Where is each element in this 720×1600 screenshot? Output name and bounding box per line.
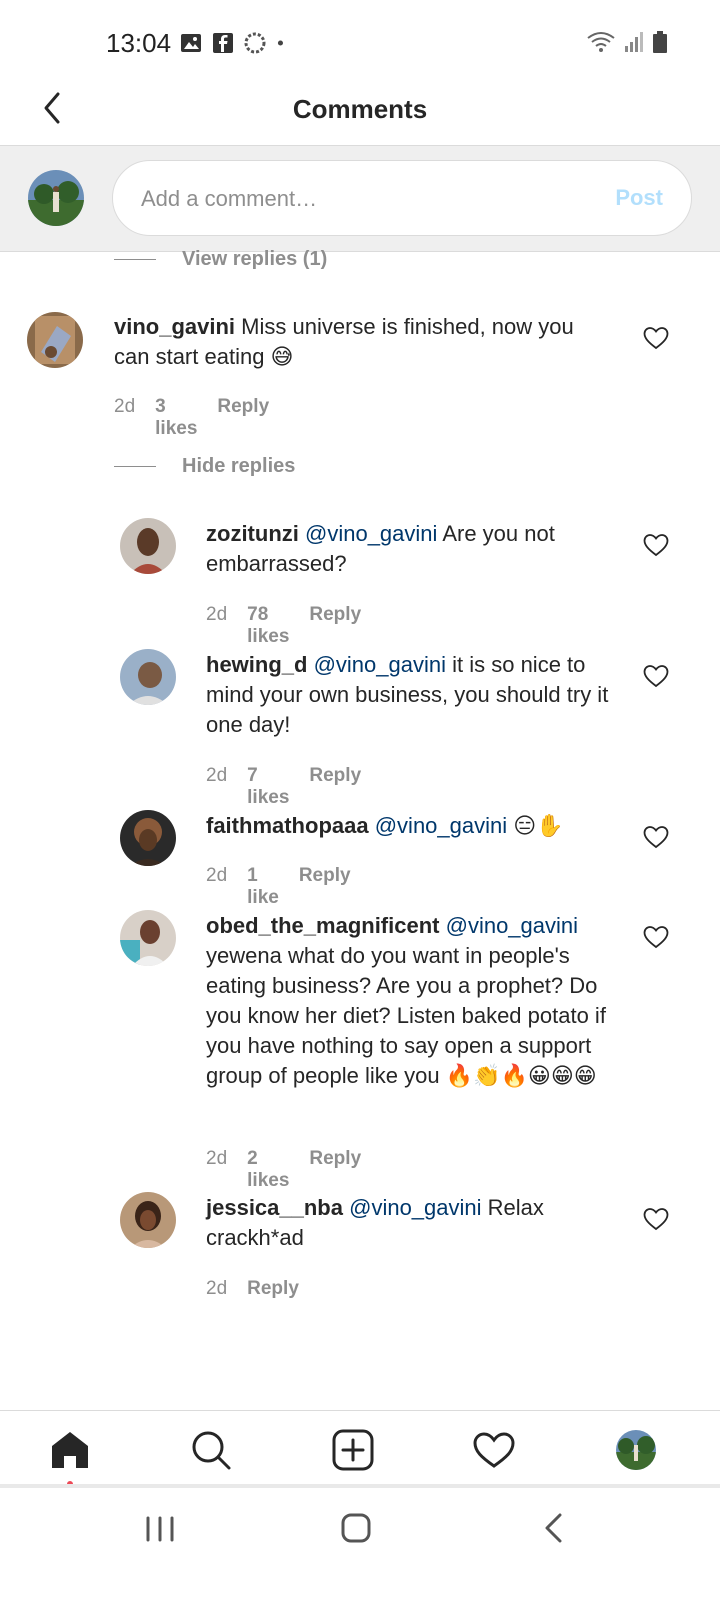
comment-text: hewing_d @vino_gavini it is so nice to m…: [206, 650, 616, 740]
comment-time: 2d: [206, 865, 228, 886]
heart-icon[interactable]: [643, 326, 669, 350]
mention-link[interactable]: @vino_gavini: [375, 813, 507, 838]
comment-meta: 2d 3 likes Reply: [114, 396, 269, 440]
comment-username[interactable]: hewing_d: [206, 652, 307, 677]
reply-button[interactable]: Reply: [247, 1278, 299, 1300]
comment-time: 2d: [206, 604, 228, 625]
comment-text: obed_the_magnificent @vino_gavini yewena…: [206, 911, 616, 1091]
avatar[interactable]: [120, 910, 176, 966]
search-icon: [192, 1431, 231, 1470]
add-post-icon: [332, 1429, 374, 1471]
comment-input-pill: Post: [112, 160, 692, 236]
comment-likes[interactable]: 7 likes: [247, 765, 289, 809]
mention-link[interactable]: @vino_gavini: [305, 521, 437, 546]
comment-likes[interactable]: 78 likes: [247, 604, 289, 648]
status-time: 13:04: [106, 28, 172, 58]
comment-meta: 2d 78 likes Reply: [206, 604, 361, 648]
status-bar: 13:04: [0, 0, 720, 80]
comment-username[interactable]: zozitunzi: [206, 521, 299, 546]
dot-icon: [277, 40, 283, 46]
comment-text: faithmathopaaa @vino_gavini 😑✋: [206, 811, 616, 841]
mention-link[interactable]: @vino_gavini: [349, 1195, 481, 1220]
status-icons-left: [180, 32, 290, 54]
comment-content: yewena what do you want in people's eati…: [206, 943, 606, 1088]
nav-home[interactable]: [47, 1427, 93, 1473]
recent-apps-icon[interactable]: [140, 1510, 180, 1546]
nav-search[interactable]: [188, 1427, 234, 1473]
wifi-icon: [587, 32, 615, 52]
mention-link[interactable]: @vino_gavini: [446, 913, 578, 938]
comment-likes[interactable]: 2 likes: [247, 1148, 289, 1192]
post-button[interactable]: Post: [615, 185, 663, 211]
reply-button[interactable]: Reply: [309, 1148, 361, 1192]
heart-icon[interactable]: [643, 925, 669, 949]
comment-meta: 2d 1 like Reply: [206, 865, 351, 909]
heart-icon[interactable]: [643, 664, 669, 688]
comment-meta: 2d Reply: [206, 1278, 299, 1300]
back-icon[interactable]: [534, 1510, 574, 1546]
reply-button[interactable]: Reply: [309, 765, 361, 809]
hide-replies-toggle[interactable]: Hide replies: [114, 455, 295, 478]
view-replies-label: View replies (1): [182, 248, 328, 270]
avatar[interactable]: [120, 649, 176, 705]
thread-line: [114, 466, 156, 467]
activity-heart-icon: [473, 1432, 515, 1468]
comment-meta: 2d 2 likes Reply: [206, 1148, 361, 1192]
reply-button[interactable]: Reply: [299, 865, 351, 909]
thread-line: [114, 259, 156, 260]
image-icon: [181, 34, 201, 52]
signal-icon: [625, 32, 643, 52]
reply-button[interactable]: Reply: [217, 396, 269, 440]
comment-likes[interactable]: 3 likes: [155, 396, 197, 440]
avatar: [28, 170, 84, 226]
comment-username[interactable]: vino_gavini: [114, 314, 235, 339]
comment-meta: 2d 7 likes Reply: [206, 765, 361, 809]
comment-time: 2d: [206, 1278, 228, 1299]
system-nav: [0, 1488, 720, 1600]
avatar[interactable]: [120, 1192, 176, 1248]
comment-text: jessica__nba @vino_gavini Relax crackh*a…: [206, 1193, 616, 1253]
comment-content: 😑✋: [507, 813, 564, 838]
profile-avatar: [616, 1430, 656, 1470]
comment-input-bar: Post: [0, 146, 720, 252]
comment-username[interactable]: jessica__nba: [206, 1195, 343, 1220]
home-icon: [52, 1432, 88, 1468]
heart-icon[interactable]: [643, 825, 669, 849]
battery-icon: [653, 31, 667, 53]
facebook-icon: [213, 33, 233, 53]
avatar[interactable]: [120, 810, 176, 866]
reply-button[interactable]: Reply: [309, 604, 361, 648]
avatar[interactable]: [27, 312, 83, 368]
hide-replies-label: Hide replies: [182, 455, 296, 477]
avatar[interactable]: [120, 518, 176, 574]
page-title: Comments: [292, 94, 428, 124]
comment-likes[interactable]: 1 like: [247, 865, 279, 909]
nav-activity[interactable]: [471, 1427, 517, 1473]
bottom-nav: [0, 1410, 720, 1487]
nav-add-post[interactable]: [330, 1427, 376, 1473]
status-icons-right: [586, 30, 668, 54]
view-replies-toggle[interactable]: View replies (1): [114, 248, 327, 271]
comment-input[interactable]: [141, 181, 571, 217]
heart-icon[interactable]: [643, 533, 669, 557]
header: Comments: [0, 80, 720, 146]
comment-text: zozitunzi @vino_gavini Are you not embar…: [206, 519, 616, 579]
home-button-icon[interactable]: [336, 1510, 376, 1546]
comment-text: vino_gavini Miss universe is finished, n…: [114, 312, 614, 372]
comment-time: 2d: [206, 1148, 228, 1169]
comment-username[interactable]: faithmathopaaa: [206, 813, 369, 838]
nav-profile[interactable]: [613, 1427, 659, 1473]
comment-time: 2d: [114, 396, 136, 417]
comment-username[interactable]: obed_the_magnificent: [206, 913, 439, 938]
mention-link[interactable]: @vino_gavini: [314, 652, 446, 677]
comment-time: 2d: [206, 765, 228, 786]
sync-icon: [244, 32, 266, 54]
heart-icon[interactable]: [643, 1207, 669, 1231]
